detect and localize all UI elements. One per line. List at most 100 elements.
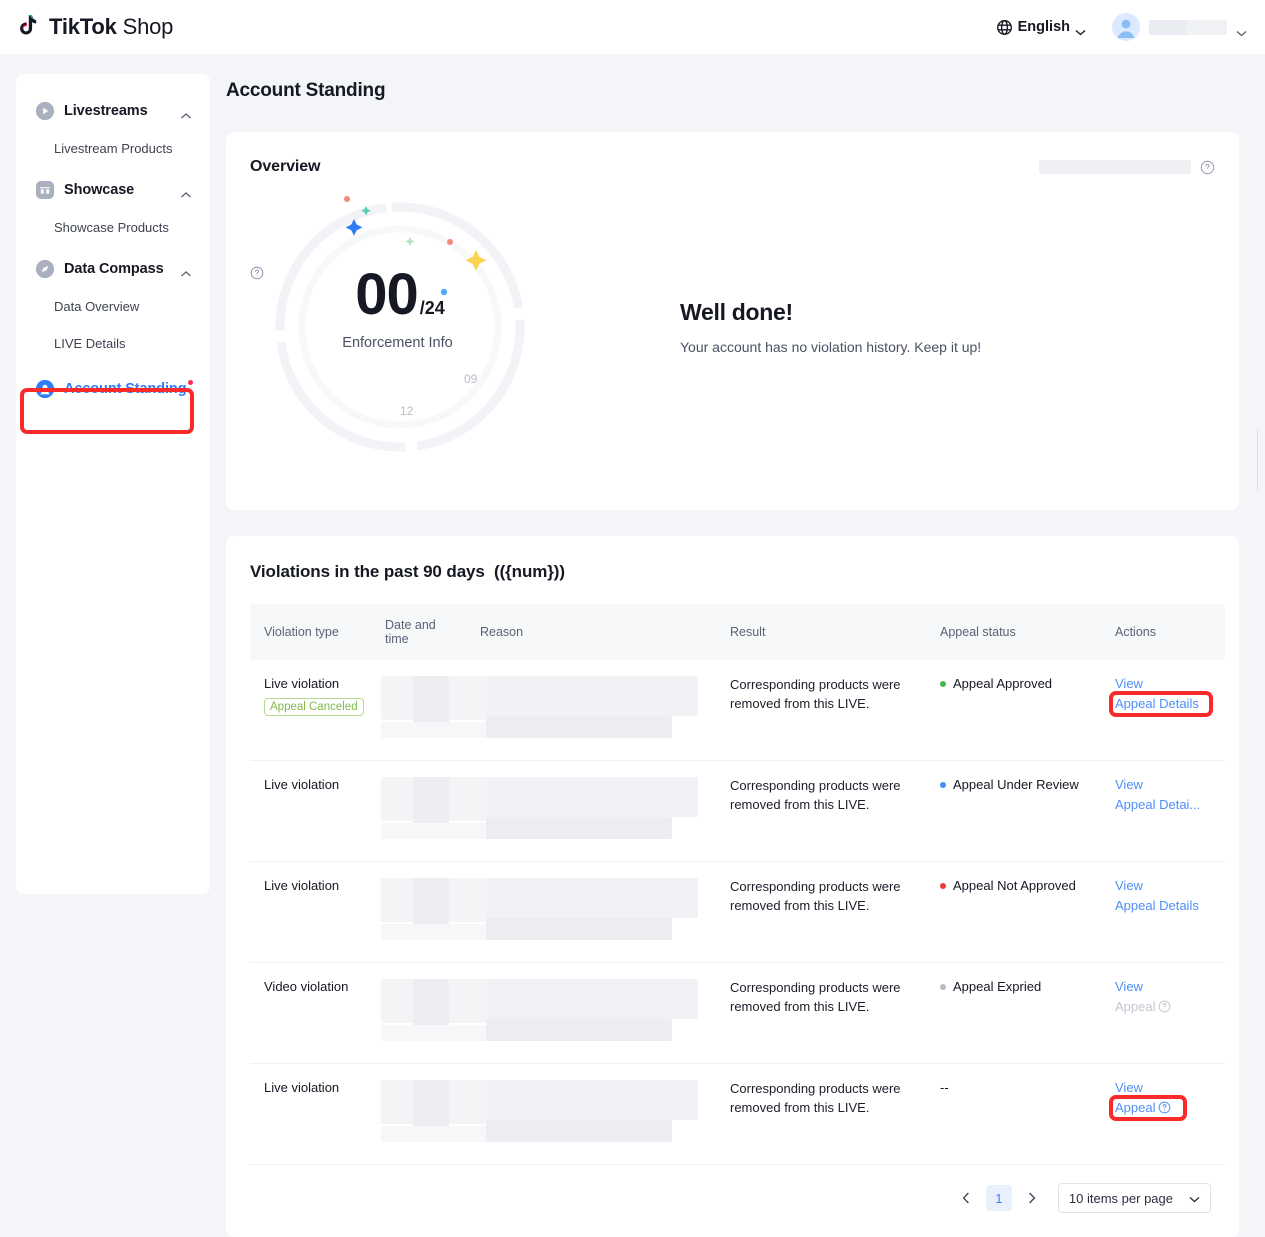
result-text: Corresponding products were removed from… — [730, 676, 920, 714]
gauge-value: 00 — [355, 266, 418, 324]
reason-redacted — [480, 676, 710, 738]
brand-suffix: Shop — [123, 14, 174, 39]
chevron-down-icon — [1236, 24, 1247, 31]
appeal-status-empty: -- — [940, 1080, 949, 1095]
account-menu[interactable] — [1112, 13, 1247, 41]
sidebar-item-livestreams[interactable]: Livestreams — [16, 92, 210, 130]
language-selector[interactable]: English — [996, 19, 1086, 36]
top-bar-right: English — [996, 13, 1247, 41]
column-header-actions: Actions — [1105, 604, 1225, 660]
chevron-up-icon[interactable] — [180, 265, 192, 273]
cell-actions: View Appeal Details — [1105, 660, 1225, 761]
status-dot-icon — [940, 984, 946, 990]
sidebar-item-account-standing[interactable]: Account Standing — [26, 368, 200, 410]
violations-table-head: Violation type Date and time Reason Resu… — [250, 604, 1225, 660]
pagination-next-button[interactable] — [1020, 1186, 1044, 1210]
appeal-status-label: Appeal Not Approved — [953, 878, 1076, 893]
question-circle-icon — [1158, 1000, 1171, 1016]
cell-violation-type: Live violation — [250, 1064, 375, 1165]
overview-message: Well done! Your account has no violation… — [680, 299, 981, 355]
action-link-view[interactable]: View — [1115, 979, 1143, 994]
result-text: Corresponding products were removed from… — [730, 878, 920, 916]
brand-logo-area[interactable]: TikTok Shop — [16, 14, 173, 40]
brand-name: TikTok — [49, 14, 117, 39]
action-link-appeal-detai[interactable]: Appeal Detai... — [1115, 797, 1200, 812]
cell-appeal-status: Appeal Expried — [930, 963, 1105, 1064]
sidebar-item-live-details[interactable]: LIVE Details — [16, 325, 210, 362]
violation-type-label: Live violation — [264, 878, 365, 893]
status-dot-icon — [940, 681, 946, 687]
cell-date-and-time — [375, 761, 470, 862]
page-scrollbar[interactable] — [1258, 430, 1265, 1100]
appeal-status: Appeal Not Approved — [940, 878, 1095, 893]
violation-type-label: Video violation — [264, 979, 365, 994]
gauge-value-block: 00/24 Enforcement Info — [250, 266, 550, 351]
table-row: Video violation Corresponding products we… — [250, 963, 1225, 1064]
tiktok-note-icon — [16, 14, 42, 40]
cell-appeal-status: Appeal Not Approved — [930, 862, 1105, 963]
sidebar-item-data-overview[interactable]: Data Overview — [16, 288, 210, 325]
reason-redacted — [480, 1080, 710, 1142]
appeal-status: Appeal Expried — [940, 979, 1095, 994]
cell-actions: View Appeal Details — [1105, 862, 1225, 963]
action-link-view[interactable]: View — [1115, 676, 1143, 691]
appeal-status-label: Appeal Expried — [953, 979, 1041, 994]
sidebar-item-livestream-products[interactable]: Livestream Products — [16, 130, 210, 167]
table-row: Live violation Corresponding products wer… — [250, 862, 1225, 963]
scrollbar-thumb[interactable] — [1257, 430, 1258, 490]
actions-group: View Appeal — [1115, 1080, 1215, 1117]
violations-count: (({num})) — [494, 562, 565, 581]
page-size-select[interactable]: 10 items per page — [1058, 1183, 1211, 1213]
storefront-icon — [36, 181, 54, 199]
action-link-appeal-details[interactable]: Appeal Details — [1115, 898, 1199, 913]
account-name-redacted — [1149, 20, 1227, 35]
action-link-appeal[interactable]: Appeal — [1115, 1100, 1171, 1117]
account-circle-icon — [36, 380, 54, 398]
action-link-appeal-details[interactable]: Appeal Details — [1115, 696, 1199, 711]
column-header-result: Result — [720, 604, 930, 660]
cell-violation-type: Video violation — [250, 963, 375, 1064]
sidebar-item-data-compass[interactable]: Data Compass — [16, 250, 210, 288]
table-header-row: Violation type Date and time Reason Resu… — [250, 604, 1225, 660]
question-circle-icon — [1158, 1101, 1171, 1117]
cell-actions: ViewAppeal — [1105, 963, 1225, 1064]
pagination-page-1[interactable]: 1 — [986, 1185, 1012, 1211]
overview-header: Overview — [250, 158, 1215, 176]
status-badge: Appeal Canceled — [264, 698, 364, 716]
gauge-denominator: /24 — [420, 298, 445, 319]
appeal-status-label: Appeal Under Review — [953, 777, 1079, 792]
brand-title: TikTok Shop — [49, 14, 173, 40]
violations-table-body: Live violation Appeal Canceled Correspondi… — [250, 660, 1225, 1165]
chevron-up-icon[interactable] — [180, 107, 192, 115]
column-header-appeal-status: Appeal status — [930, 604, 1105, 660]
pagination: 1 10 items per page — [250, 1183, 1215, 1213]
violations-title-text: Violations in the past 90 days — [250, 562, 485, 581]
table-row: Live violationCorresponding products wer… — [250, 761, 1225, 862]
cell-result: Corresponding products were removed from… — [720, 660, 930, 761]
status-dot-icon — [940, 883, 946, 889]
chevron-down-icon — [1189, 1191, 1200, 1206]
overview-body: 00/24 Enforcement Info 09 12 — [250, 182, 1215, 472]
action-link-view[interactable]: View — [1115, 1080, 1143, 1095]
actions-group: View Appeal Details — [1115, 878, 1215, 913]
action-link-view[interactable]: View — [1115, 777, 1143, 792]
actions-group: View Appeal Detai... — [1115, 777, 1215, 812]
cell-reason — [470, 862, 720, 963]
notification-dot-icon — [188, 380, 193, 385]
cell-date-and-time — [375, 660, 470, 761]
result-text: Corresponding products were removed from… — [730, 979, 920, 1017]
cell-violation-type: Live violation — [250, 761, 375, 862]
question-circle-icon[interactable] — [1200, 160, 1215, 175]
sidebar-item-showcase[interactable]: Showcase — [16, 171, 210, 209]
actions-group: ViewAppeal — [1115, 979, 1215, 1016]
action-link-view[interactable]: View — [1115, 878, 1143, 893]
overview-card: Overview — [226, 132, 1239, 510]
pagination-prev-button[interactable] — [954, 1186, 978, 1210]
table-row: Live violationCorresponding products wer… — [250, 1064, 1225, 1165]
violation-type-label: Live violation — [264, 777, 365, 792]
reason-redacted — [480, 878, 710, 940]
date-redacted — [385, 1080, 460, 1142]
sidebar-item-showcase-products[interactable]: Showcase Products — [16, 209, 210, 246]
top-bar: TikTok Shop English — [0, 0, 1265, 54]
chevron-up-icon[interactable] — [180, 186, 192, 194]
